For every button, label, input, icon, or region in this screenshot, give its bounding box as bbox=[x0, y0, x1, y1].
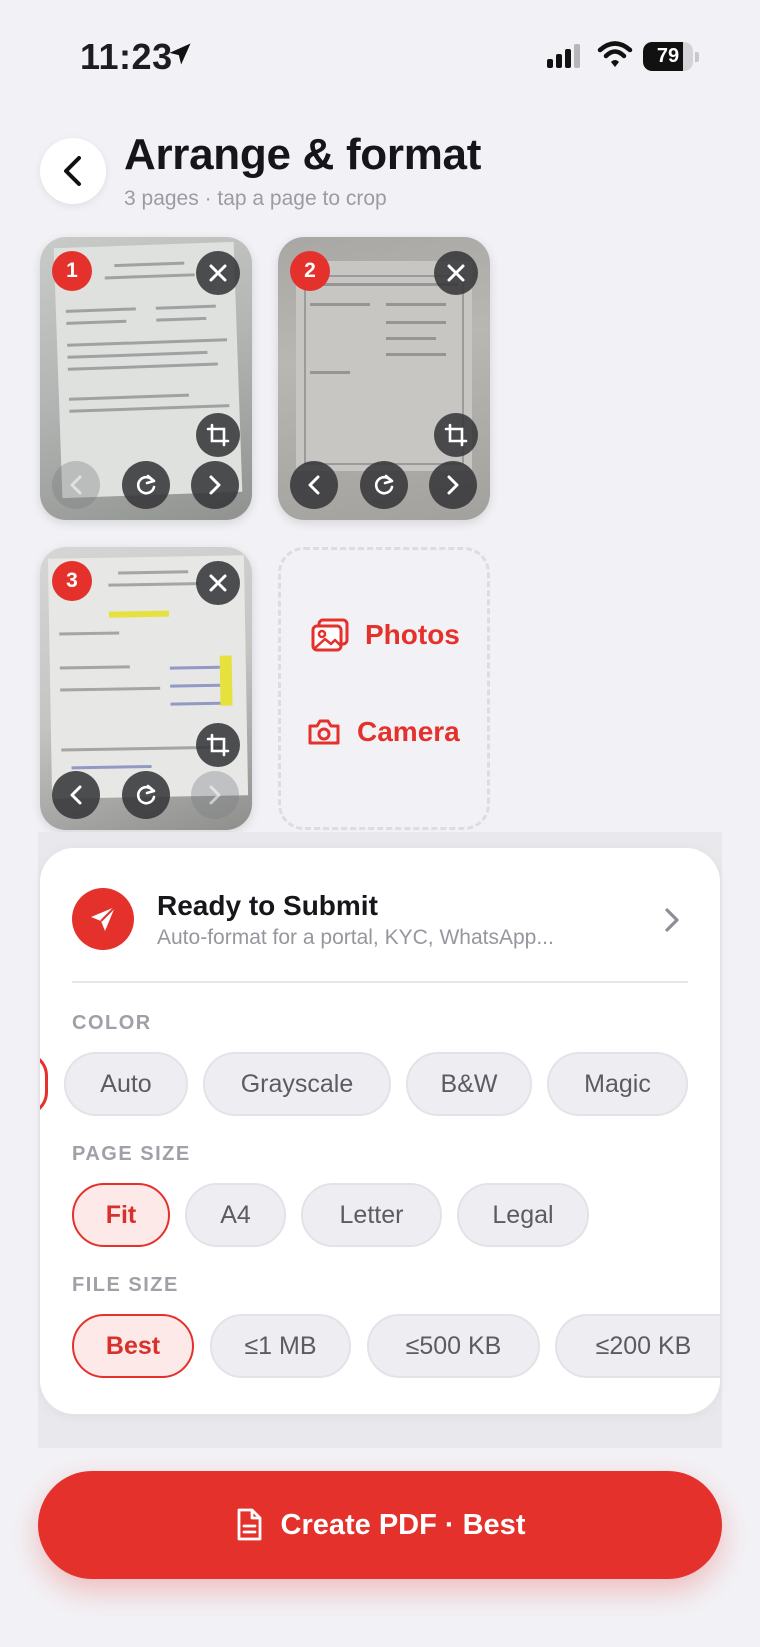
page-thumbnail-3[interactable]: 3 bbox=[40, 547, 252, 830]
page-title: Arrange & format bbox=[124, 130, 482, 179]
color-section-label: COLOR bbox=[72, 1012, 152, 1034]
file-size-option-500kb[interactable]: ≤500 KB bbox=[367, 1314, 540, 1378]
color-option-magic[interactable]: Magic bbox=[547, 1052, 688, 1116]
page-size-options: Fit A4 Letter Legal bbox=[40, 1183, 720, 1251]
page-size-section-label: PAGE SIZE bbox=[72, 1143, 191, 1165]
rotate-icon bbox=[136, 784, 156, 805]
add-from-photos-button[interactable]: Photos bbox=[311, 618, 460, 652]
page-size-option-legal[interactable]: Legal bbox=[457, 1183, 589, 1247]
add-from-camera-button[interactable]: Camera bbox=[307, 716, 460, 748]
move-right-button[interactable] bbox=[191, 771, 239, 819]
status-bar: 11:23 79 bbox=[0, 0, 760, 110]
close-icon bbox=[447, 264, 465, 282]
crop-icon bbox=[206, 733, 230, 757]
document-icon bbox=[237, 1508, 261, 1541]
color-option-auto[interactable]: Auto bbox=[64, 1052, 188, 1116]
page-size-option-a4[interactable]: A4 bbox=[185, 1183, 286, 1247]
location-arrow-icon bbox=[169, 43, 191, 65]
crop-button[interactable] bbox=[434, 413, 478, 457]
close-icon bbox=[209, 264, 227, 282]
submit-title: Ready to Submit bbox=[157, 890, 378, 921]
create-pdf-button[interactable]: Create PDF · Best bbox=[38, 1471, 722, 1579]
move-left-button[interactable] bbox=[52, 771, 100, 819]
color-option-bw[interactable]: B&W bbox=[406, 1052, 532, 1116]
cellular-signal-icon bbox=[547, 44, 580, 68]
page-thumbnail-1[interactable]: 1 bbox=[40, 237, 252, 520]
file-size-option-best[interactable]: Best bbox=[72, 1314, 194, 1378]
rotate-button[interactable] bbox=[122, 771, 170, 819]
page-number-badge: 2 bbox=[290, 251, 330, 291]
crop-icon bbox=[206, 423, 230, 447]
file-size-option-1mb[interactable]: ≤1 MB bbox=[210, 1314, 351, 1378]
photos-icon bbox=[311, 618, 349, 652]
camera-label: Camera bbox=[357, 716, 460, 747]
rotate-button[interactable] bbox=[360, 461, 408, 509]
status-time: 11:23 bbox=[80, 36, 173, 77]
color-options: Auto Grayscale B&W Magic bbox=[40, 1052, 720, 1120]
chevron-right-icon bbox=[447, 475, 459, 495]
remove-page-button[interactable] bbox=[434, 251, 478, 295]
file-size-section-label: FILE SIZE bbox=[72, 1274, 179, 1296]
remove-page-button[interactable] bbox=[196, 251, 240, 295]
file-size-options: Best ≤1 MB ≤500 KB ≤200 KB bbox=[40, 1314, 720, 1382]
page-thumbnail-2[interactable]: 2 bbox=[278, 237, 490, 520]
rotate-button[interactable] bbox=[122, 461, 170, 509]
rotate-icon bbox=[374, 474, 394, 495]
page-size-option-letter[interactable]: Letter bbox=[301, 1183, 442, 1247]
battery-percentage: 79 bbox=[656, 45, 680, 67]
color-option-offscreen[interactable] bbox=[40, 1052, 48, 1116]
ready-to-submit-row[interactable]: Ready to Submit Auto-format for a portal… bbox=[40, 848, 720, 982]
chevron-right-icon bbox=[209, 475, 221, 495]
close-icon bbox=[209, 574, 227, 592]
back-button[interactable] bbox=[40, 138, 106, 204]
divider bbox=[72, 981, 688, 983]
chevron-right-icon bbox=[209, 785, 221, 805]
send-icon bbox=[91, 906, 116, 931]
move-left-button[interactable] bbox=[52, 461, 100, 509]
page-size-option-fit[interactable]: Fit bbox=[72, 1183, 170, 1247]
screen: 11:23 79 Arrange & format 3 pages · tap … bbox=[0, 0, 760, 1647]
page-number-badge: 1 bbox=[52, 251, 92, 291]
move-left-button[interactable] bbox=[290, 461, 338, 509]
move-right-button[interactable] bbox=[191, 461, 239, 509]
create-pdf-label: Create PDF · Best bbox=[280, 1508, 526, 1541]
chevron-right-icon bbox=[665, 908, 679, 932]
send-icon-badge bbox=[72, 888, 134, 950]
chevron-left-icon bbox=[70, 475, 82, 495]
crop-button[interactable] bbox=[196, 723, 240, 767]
format-options-panel: Ready to Submit Auto-format for a portal… bbox=[40, 848, 720, 1414]
crop-icon bbox=[444, 423, 468, 447]
crop-button[interactable] bbox=[196, 413, 240, 457]
chevron-left-icon bbox=[308, 475, 320, 495]
color-option-grayscale[interactable]: Grayscale bbox=[203, 1052, 391, 1116]
battery-indicator: 79 bbox=[643, 42, 699, 71]
add-page-tile: Photos Camera bbox=[278, 547, 490, 830]
file-size-option-200kb[interactable]: ≤200 KB bbox=[555, 1314, 720, 1378]
chevron-left-icon bbox=[64, 156, 81, 186]
remove-page-button[interactable] bbox=[196, 561, 240, 605]
move-right-button[interactable] bbox=[429, 461, 477, 509]
page-number-badge: 3 bbox=[52, 561, 92, 601]
camera-icon bbox=[308, 719, 340, 745]
photos-label: Photos bbox=[365, 619, 460, 650]
submit-subtitle: Auto-format for a portal, KYC, WhatsApp.… bbox=[157, 926, 554, 949]
wifi-icon bbox=[597, 41, 633, 67]
rotate-icon bbox=[136, 474, 156, 495]
chevron-left-icon bbox=[70, 785, 82, 805]
page-subtitle: 3 pages · tap a page to crop bbox=[124, 187, 387, 210]
